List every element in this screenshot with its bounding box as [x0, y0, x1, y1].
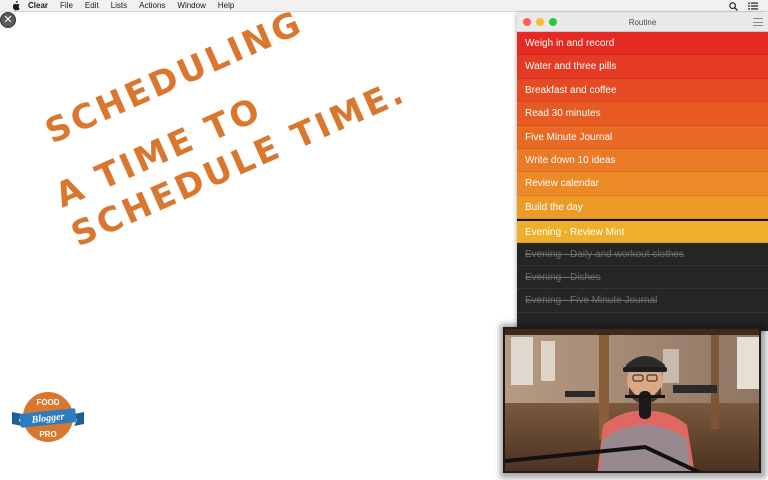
task-row[interactable]: Read 30 minutes [517, 102, 768, 126]
task-list: Weigh in and record Water and three pills… [517, 32, 768, 313]
task-row[interactable]: Five Minute Journal [517, 125, 768, 149]
window-titlebar[interactable]: Routine [517, 13, 768, 32]
webcam-video [503, 327, 761, 473]
window-title: Routine [628, 18, 657, 27]
menu-edit[interactable]: Edit [85, 0, 99, 12]
menu-actions[interactable]: Actions [139, 0, 165, 12]
clear-window: Routine Weigh in and record Water and thr… [517, 13, 768, 331]
task-row[interactable]: Build the day [517, 195, 768, 220]
menu-help[interactable]: Help [218, 0, 234, 12]
logo-top: FOOD [36, 398, 59, 407]
task-row[interactable]: Evening - Dishes [517, 265, 768, 290]
list-icon[interactable] [748, 2, 758, 10]
webcam-frame [505, 329, 759, 471]
desktop: Clear File Edit Lists Actions Window Hel… [0, 0, 768, 480]
food-blogger-pro-logo: FOOD Blogger PRO [12, 390, 84, 444]
task-row[interactable]: Breakfast and coffee [517, 78, 768, 103]
task-row[interactable]: Review calendar [517, 172, 768, 196]
menu-app-name[interactable]: Clear [28, 0, 48, 12]
search-icon[interactable] [729, 1, 738, 11]
task-row[interactable]: Write down 10 ideas [517, 148, 768, 173]
task-row[interactable]: Evening - Daily and workout clothes [517, 242, 768, 266]
task-row[interactable]: Evening - Review Mint [517, 219, 768, 243]
apple-icon[interactable] [10, 0, 20, 11]
task-row[interactable]: Water and three pills [517, 55, 768, 79]
menu-icon[interactable] [753, 18, 763, 26]
handwritten-note: SCHEDULING A TIME TO SCHEDULE TIME. [39, 12, 412, 255]
logo-bottom: PRO [39, 430, 56, 439]
menu-file[interactable]: File [60, 0, 73, 12]
task-row[interactable]: Evening - Five Minute Journal [517, 289, 768, 313]
menu-bar: Clear File Edit Lists Actions Window Hel… [0, 0, 768, 12]
menu-lists[interactable]: Lists [111, 0, 127, 12]
task-row[interactable]: Weigh in and record [517, 32, 768, 56]
menu-window[interactable]: Window [177, 0, 205, 12]
